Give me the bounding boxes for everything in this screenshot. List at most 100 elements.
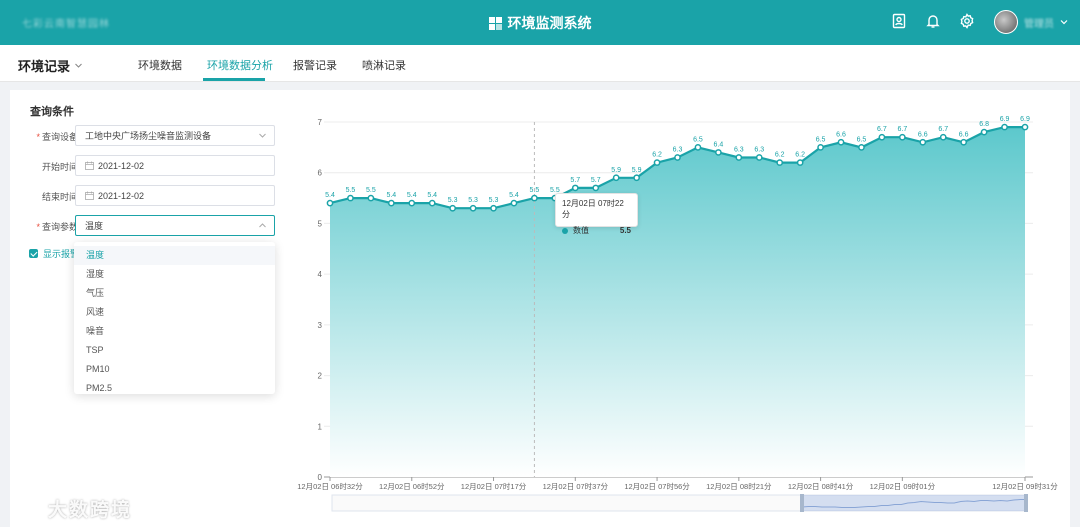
active-tab-indicator: [203, 78, 265, 81]
data-label: 6.5: [816, 136, 826, 143]
data-point: [510, 199, 518, 207]
data-label: 6.6: [959, 131, 969, 138]
bell-icon[interactable]: [925, 13, 941, 29]
param-option[interactable]: 湿度: [74, 265, 275, 284]
data-label: 6.8: [979, 121, 989, 128]
sub-nav: 环境记录 环境数据 环境数据分析 报警记录 喷淋记录: [0, 45, 1080, 82]
y-tick-label: 5: [318, 219, 323, 228]
data-point: [612, 174, 620, 182]
data-point: [694, 144, 702, 151]
zoom-slider-handle-right[interactable]: [1024, 494, 1028, 512]
data-point: [776, 159, 784, 166]
data-label: 6.7: [938, 126, 948, 133]
zoom-slider-handle-left[interactable]: [800, 494, 804, 512]
param-option[interactable]: PM2.5: [74, 379, 275, 394]
data-label: 6.7: [877, 126, 887, 133]
data-point: [1001, 123, 1008, 131]
series-area: [330, 127, 1025, 477]
data-label: 6.6: [836, 131, 846, 138]
data-point: [387, 199, 395, 207]
tooltip-series-name: 数值: [573, 226, 589, 235]
main-panel: 查询条件 * 查询设备 工地中央广场扬尘噪音监测设备 开始时间 2021-12-0…: [10, 90, 1070, 527]
data-point: [858, 144, 865, 151]
data-label: 5.4: [509, 192, 519, 199]
data-label: 6.2: [795, 152, 805, 159]
data-point: [817, 144, 824, 151]
param-option[interactable]: TSP: [74, 341, 275, 360]
data-point: [592, 184, 600, 192]
data-label: 6.2: [775, 152, 785, 159]
avatar: [994, 10, 1018, 34]
tab-alarm-records[interactable]: 报警记录: [293, 57, 337, 73]
data-point: [428, 199, 436, 207]
contacts-icon[interactable]: [891, 13, 907, 29]
data-label: 5.7: [591, 177, 601, 184]
data-label: 5.3: [448, 197, 458, 204]
param-option[interactable]: 噪音: [74, 322, 275, 341]
data-label: 5.5: [530, 187, 540, 194]
data-point: [878, 133, 886, 141]
data-label: 5.5: [366, 187, 376, 194]
data-point: [674, 154, 681, 161]
x-tick-label: 12月02日 06时52分: [379, 481, 445, 491]
x-tick-label: 12月02日 07时37分: [543, 481, 609, 491]
data-point: [633, 174, 640, 182]
data-label: 6.9: [1000, 116, 1010, 123]
data-point: [490, 204, 497, 212]
section-selector[interactable]: 环境记录: [18, 56, 83, 75]
top-bar: 七彩云南智慧园林 环境监测系统 管理员: [0, 0, 1080, 45]
tab-environment-analysis[interactable]: 环境数据分析: [207, 57, 273, 73]
data-label: 5.3: [468, 197, 478, 204]
data-label: 5.3: [489, 197, 499, 204]
tooltip-row: 数值 5.5: [562, 225, 631, 236]
tab-spray-records[interactable]: 喷淋记录: [362, 57, 406, 73]
param-option[interactable]: 气压: [74, 284, 275, 303]
data-point: [571, 184, 579, 192]
watermark: 大数跨境: [12, 495, 132, 522]
data-point: [980, 128, 988, 136]
param-option[interactable]: 风速: [74, 303, 275, 322]
x-tick-label: 12月02日 09时01分: [870, 481, 936, 491]
x-tick-label: 12月02日 06时32分: [297, 481, 363, 491]
data-point: [367, 194, 375, 202]
y-tick-label: 6: [318, 169, 323, 178]
x-tick-label: 12月02日 08时41分: [788, 481, 854, 491]
data-label: 6.6: [918, 131, 928, 138]
data-point: [796, 159, 804, 166]
system-logo-icon: [488, 16, 502, 30]
data-label: 5.7: [570, 177, 580, 184]
system-title-text: 环境监测系统: [507, 15, 592, 31]
y-tick-label: 4: [318, 270, 323, 279]
x-tick-label: 12月02日 07时56分: [624, 481, 690, 491]
param-option[interactable]: 温度: [74, 246, 275, 265]
data-label: 6.9: [1020, 116, 1030, 123]
header-icons: [891, 13, 975, 29]
data-label: 6.7: [897, 126, 907, 133]
tooltip-time: 12月02日 07时22分: [562, 199, 624, 219]
chevron-down-icon: [1060, 20, 1068, 25]
data-label: 6.3: [754, 147, 764, 154]
tooltip-value: 5.5: [619, 226, 631, 235]
user-menu[interactable]: 管理员: [994, 10, 1068, 34]
y-tick-label: 0: [318, 473, 323, 482]
watermark-logo-icon: [14, 500, 41, 516]
chevron-down-icon: [75, 63, 82, 68]
chart-tooltip: 12月02日 07时22分 数值 5.5: [555, 193, 638, 235]
gear-icon[interactable]: [959, 13, 975, 29]
data-label: 6.5: [857, 136, 867, 143]
data-label: 6.4: [714, 141, 724, 148]
param-dropdown: 温度 湿度 气压 风速 噪音 TSP PM10 PM2.5: [74, 242, 275, 394]
x-tick-label: 12月02日 09时31分: [992, 481, 1058, 491]
param-option[interactable]: PM10: [74, 360, 275, 379]
y-tick-label: 1: [318, 422, 323, 431]
data-point: [755, 154, 763, 161]
y-tick-label: 2: [318, 372, 323, 381]
tab-environment-data[interactable]: 环境数据: [138, 57, 182, 73]
y-tick-label: 3: [318, 321, 323, 330]
section-label: 环境记录: [18, 59, 71, 74]
watermark-text: 大数跨境: [48, 500, 133, 521]
data-point: [449, 204, 456, 212]
data-point: [347, 194, 354, 202]
data-label: 5.4: [386, 192, 396, 199]
data-label: 6.5: [693, 136, 703, 143]
